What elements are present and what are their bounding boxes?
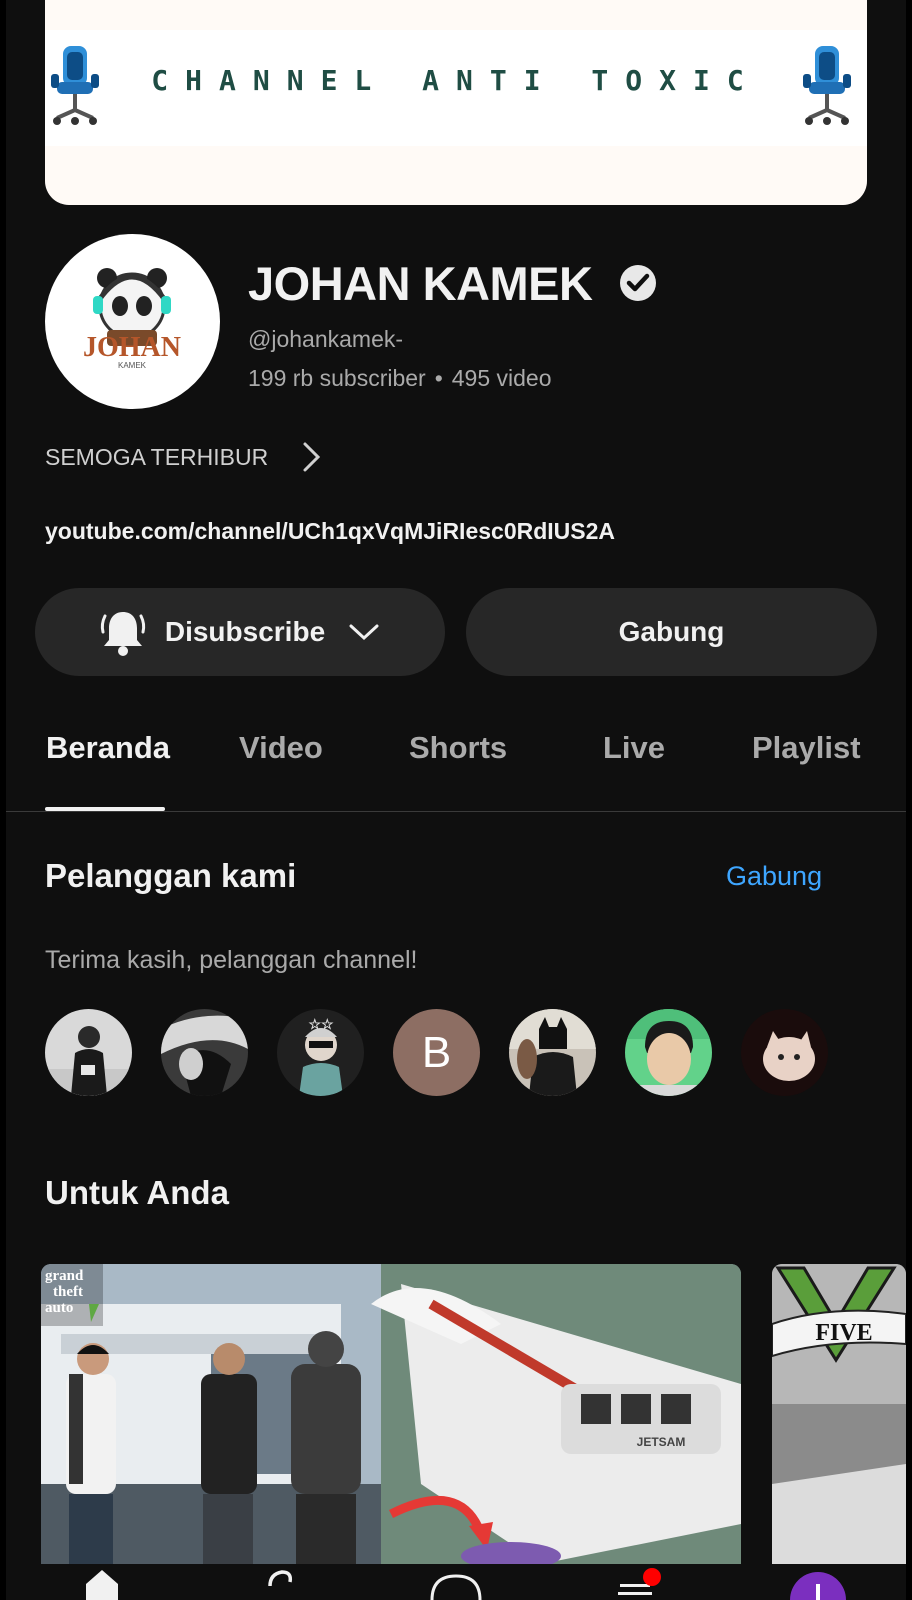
bottom-navigation	[6, 1564, 906, 1600]
tab-shorts[interactable]: Shorts	[409, 730, 507, 766]
channel-page: CHANNEL ANTI TOXIC JOHAN KAMEK JOHAN KAM…	[0, 0, 912, 1600]
active-tab-indicator	[45, 807, 165, 811]
channel-banner: CHANNEL ANTI TOXIC	[45, 0, 867, 205]
member-avatar[interactable]: ☆☆	[277, 1009, 364, 1096]
channel-avatar[interactable]: JOHAN KAMEK	[45, 234, 220, 409]
video-count: 495 video	[451, 365, 552, 391]
subscriptions-icon[interactable]	[614, 1564, 664, 1600]
for-you-title: Untuk Anda	[45, 1174, 229, 1211]
screen-edge-right	[906, 0, 912, 1600]
member-avatar[interactable]	[161, 1009, 248, 1096]
stats-separator: •	[434, 365, 443, 391]
shorts-icon[interactable]	[256, 1564, 300, 1600]
members-section-title: Pelanggan kami	[45, 857, 297, 894]
tab-beranda[interactable]: Beranda	[46, 730, 170, 766]
gta-logo-line-2: theft	[53, 1284, 83, 1300]
video-thumbnail[interactable]: JETSAM grand theft auto	[41, 1264, 741, 1564]
subscribe-button[interactable]: Disubscribe	[35, 588, 445, 676]
members-join-link[interactable]: Gabung	[726, 861, 822, 892]
member-avatar[interactable]	[45, 1009, 132, 1096]
gta-five-text: FIVE	[815, 1320, 872, 1346]
members-thanks-text: Terima kasih, pelanggan channel!	[45, 946, 418, 974]
gaming-chair-right-icon	[803, 46, 851, 125]
create-icon[interactable]	[426, 1564, 486, 1600]
banner-text: CHANNEL ANTI TOXIC	[151, 64, 761, 97]
channel-name: JOHAN KAMEK	[248, 257, 593, 310]
avatar-subtext: KAMEK	[118, 361, 147, 370]
subscribe-label: Disubscribe	[164, 616, 326, 647]
tab-live[interactable]: Live	[603, 730, 665, 766]
channel-link[interactable]: youtube.com/channel/UCh1qxVqMJiRIesc0RdI…	[45, 518, 615, 545]
panda-logo-icon: JOHAN KAMEK	[83, 268, 181, 370]
gaming-chair-left-icon	[51, 46, 99, 125]
member-avatar[interactable]	[741, 1009, 828, 1096]
channel-description-row[interactable]: SEMOGA TERHIBUR	[45, 440, 324, 474]
home-icon[interactable]	[80, 1564, 124, 1600]
profile-avatar-icon[interactable]	[788, 1564, 848, 1600]
join-label: Gabung	[618, 616, 725, 647]
tab-playlist[interactable]: Playlist	[752, 730, 861, 766]
gta-logo-line-3: auto	[45, 1300, 73, 1316]
join-button[interactable]: Gabung	[466, 588, 877, 676]
gta-logo-line-1: grand	[45, 1268, 84, 1284]
subscriber-count: 199 rb subscriber	[248, 365, 426, 391]
avatar-text: JOHAN	[83, 332, 181, 363]
channel-tabs: Beranda Video Shorts Live Playlist	[6, 730, 906, 812]
video-thumbnail[interactable]: FIVE	[772, 1264, 906, 1564]
tab-video[interactable]: Video	[239, 730, 323, 766]
svg-text:☆☆: ☆☆	[308, 1016, 334, 1032]
verified-check-icon	[620, 265, 656, 301]
member-avatar-letter[interactable]: B	[393, 1009, 480, 1096]
channel-stats: 199 rb subscriber • 495 video	[248, 365, 552, 392]
channel-handle: @johankamek-	[248, 326, 404, 352]
chevron-right-icon	[303, 442, 321, 472]
helicopter-text: JETSAM	[637, 1435, 686, 1449]
channel-description: SEMOGA TERHIBUR	[45, 443, 269, 470]
chevron-down-icon	[349, 624, 379, 641]
bell-icon	[100, 612, 146, 656]
member-avatar[interactable]	[509, 1009, 596, 1096]
member-avatar[interactable]	[625, 1009, 712, 1096]
